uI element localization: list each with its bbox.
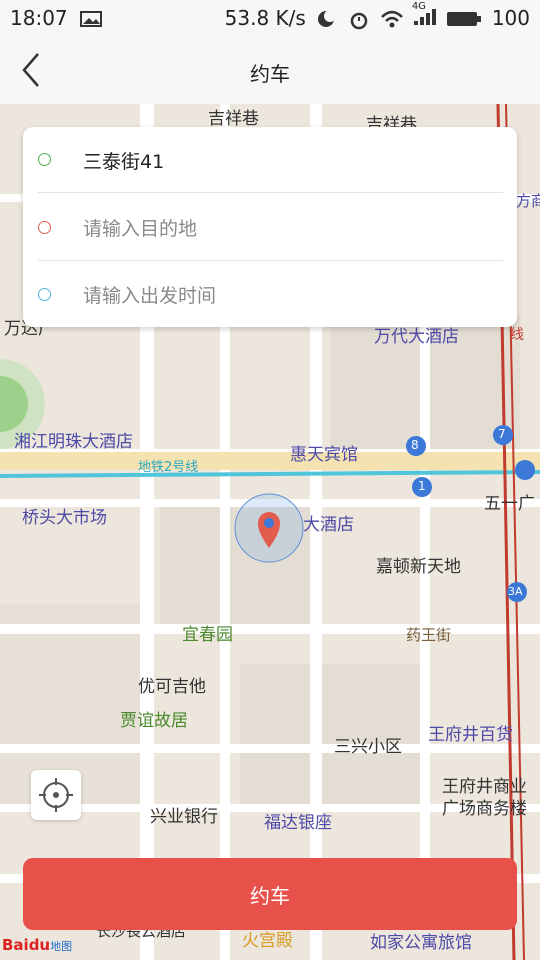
map-label: 三兴小区 — [334, 737, 402, 757]
map-label: 五一广 — [484, 494, 535, 514]
moon-icon — [316, 9, 338, 27]
destination-field[interactable]: 请输入目的地 — [23, 194, 517, 260]
battery-level: 100 — [491, 6, 530, 30]
destination-dot-icon — [38, 221, 51, 234]
map-label: 药王街 — [406, 626, 452, 644]
battery-icon — [446, 9, 482, 27]
map-label: 优可吉他 — [138, 677, 206, 697]
map-label: 宜春园 — [182, 625, 233, 645]
baidu-map-logo: Baidu地图 — [2, 936, 73, 954]
map-label: 线 — [510, 327, 524, 343]
map-label: 兴业银行 — [150, 807, 218, 827]
crosshair-icon — [39, 778, 73, 812]
departure-time-placeholder: 请输入出发时间 — [83, 284, 217, 307]
origin-field[interactable]: 三泰街41 — [23, 127, 517, 193]
origin-value: 三泰街41 — [83, 150, 165, 173]
clock-icon — [38, 288, 51, 301]
destination-placeholder: 请输入目的地 — [83, 217, 198, 240]
network-speed: 53.8 K/s — [224, 6, 306, 30]
map-label: 桥头大市场 — [22, 508, 107, 528]
line-badge: 3A — [508, 585, 523, 598]
locate-me-button[interactable] — [31, 770, 81, 820]
map-label: 如家公寓旅馆 — [370, 933, 472, 953]
line-badge: 1 — [418, 479, 426, 493]
map-label: 广场商务楼 — [442, 799, 527, 819]
origin-dot-icon — [38, 153, 51, 166]
book-ride-button[interactable]: 约车 — [23, 858, 517, 930]
map-label: 大酒店 — [303, 515, 354, 535]
status-time: 18:07 — [10, 6, 68, 30]
image-notification-icon — [79, 9, 102, 27]
signal-icon: 4G — [412, 1, 436, 30]
line-badge: 7 — [498, 427, 506, 441]
title-bar: 约车 — [0, 36, 540, 104]
departure-time-field[interactable]: 请输入出发时间 — [23, 261, 517, 327]
alarm-icon — [348, 9, 370, 30]
wifi-icon — [380, 9, 403, 28]
map-label: 福达银座 — [264, 813, 332, 833]
map-label: 贾谊故居 — [120, 711, 188, 731]
line-badge: 8 — [411, 438, 419, 452]
map-label: 吉祥巷 — [208, 109, 259, 129]
map-label: 王府井百货 — [428, 725, 513, 745]
map-label: 方商 — [516, 192, 540, 210]
route-form-card: 三泰街41 请输入目的地 请输入出发时间 — [23, 127, 517, 327]
status-bar: 18:07 53.8 K/s 4G 100 — [0, 0, 540, 36]
page-title: 约车 — [250, 62, 290, 86]
map-label: 嘉顿新天地 — [376, 557, 461, 577]
map-label: 惠天宾馆 — [290, 445, 358, 465]
map-label: 地铁2号线 — [138, 460, 199, 475]
divider — [38, 192, 503, 193]
map-label: 湘江明珠大酒店 — [14, 432, 133, 452]
